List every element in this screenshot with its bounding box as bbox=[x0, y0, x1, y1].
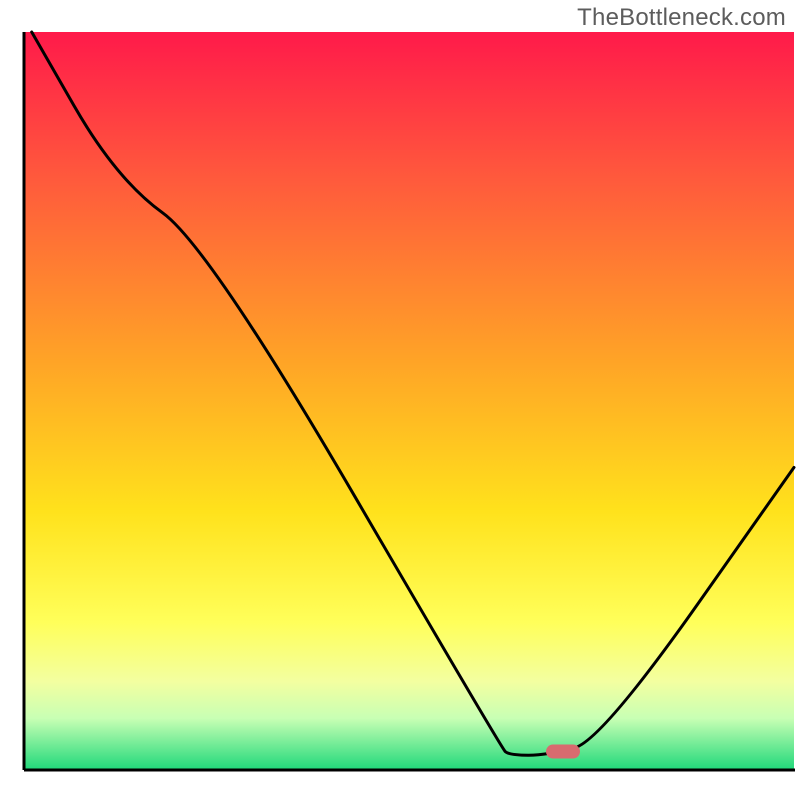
optimal-marker bbox=[546, 745, 580, 759]
chart-container: TheBottleneck.com bbox=[0, 0, 800, 800]
bottleneck-chart-svg bbox=[0, 0, 800, 800]
plot-background bbox=[24, 32, 794, 770]
